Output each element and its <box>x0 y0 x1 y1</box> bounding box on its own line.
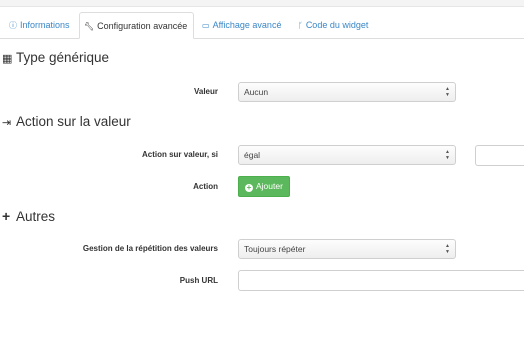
plus-icon: + <box>2 208 11 224</box>
building-icon: ▦ <box>2 53 13 65</box>
push-url-label: Push URL <box>179 276 218 285</box>
repetition-select-value: Toujours répéter <box>244 244 306 254</box>
code-fork-icon: ᚴ <box>298 21 303 30</box>
tab-label: Code du widget <box>305 20 369 30</box>
compare-value-input[interactable] <box>475 145 524 166</box>
valeur-label: Valeur <box>193 87 218 96</box>
tab-code-du-widget[interactable]: ᚴ Code du widget <box>294 12 372 38</box>
sign-in-icon: ⇥ <box>2 117 12 129</box>
plus-circle-icon: + <box>245 183 253 192</box>
repetition-select[interactable]: Toujours répéter ▲ ▼ <box>238 239 456 259</box>
condition-select[interactable]: égal ▲ ▼ <box>238 145 456 165</box>
tab-label: Affichage avancé <box>212 20 282 30</box>
tab-bar: ⓘ Informations 🔧︎ Configuration avancée ▭ A… <box>0 12 524 39</box>
section-title-autres: + Autres <box>2 208 55 224</box>
select-arrows-icon: ▲ ▼ <box>445 86 450 98</box>
section-title-text: Type générique <box>16 50 110 65</box>
top-bar <box>0 0 524 7</box>
push-url-input[interactable] <box>238 270 524 291</box>
section-title-type-generique: ▦ Type générique <box>2 50 109 65</box>
add-button-label: Ajouter <box>256 181 283 191</box>
valeur-select[interactable]: Aucun ▲ ▼ <box>238 82 456 102</box>
add-action-button[interactable]: + Ajouter <box>238 176 290 197</box>
tab-label: Informations <box>20 20 70 30</box>
section-title-text: Action sur la valeur <box>16 114 131 129</box>
info-circle-icon: ⓘ <box>9 21 17 30</box>
tab-informations[interactable]: ⓘ Informations <box>5 12 74 38</box>
tab-affichage-avance[interactable]: ▭ Affichage avancé <box>198 12 285 38</box>
valeur-select-value: Aucun <box>244 87 269 97</box>
wrench-icon: 🔧︎ <box>84 22 95 31</box>
select-arrows-icon: ▲ ▼ <box>445 243 450 255</box>
repetition-label: Gestion de la répétition des valeurs <box>82 244 218 253</box>
action-label: Action <box>193 182 218 191</box>
condition-select-value: égal <box>244 150 261 160</box>
tab-configuration-avancee[interactable]: 🔧︎ Configuration avancée <box>79 12 194 39</box>
select-arrows-icon: ▲ ▼ <box>445 149 450 161</box>
desktop-icon: ▭ <box>202 21 210 30</box>
section-title-text: Autres <box>16 209 56 224</box>
condition-label: Action sur valeur, si <box>141 150 218 159</box>
tab-label: Configuration avancée <box>97 21 188 31</box>
section-title-action-valeur: ⇥ Action sur la valeur <box>2 114 131 129</box>
